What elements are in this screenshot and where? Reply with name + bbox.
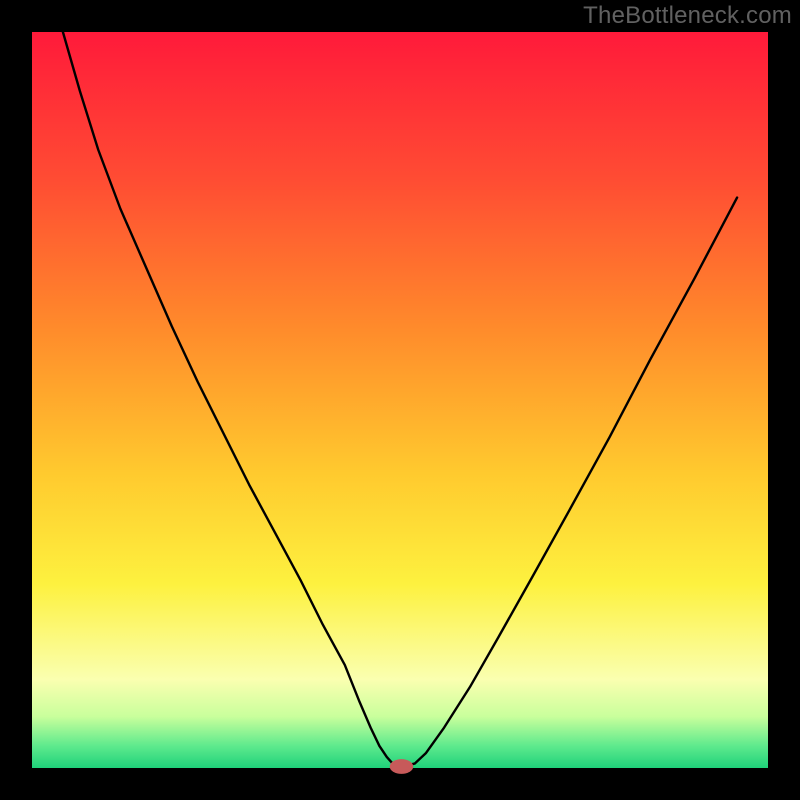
optimal-point-marker <box>390 759 414 774</box>
chart-canvas <box>0 0 800 800</box>
attribution-label: TheBottleneck.com <box>583 2 792 30</box>
bottleneck-chart: TheBottleneck.com <box>0 0 800 800</box>
plot-background <box>32 32 768 768</box>
